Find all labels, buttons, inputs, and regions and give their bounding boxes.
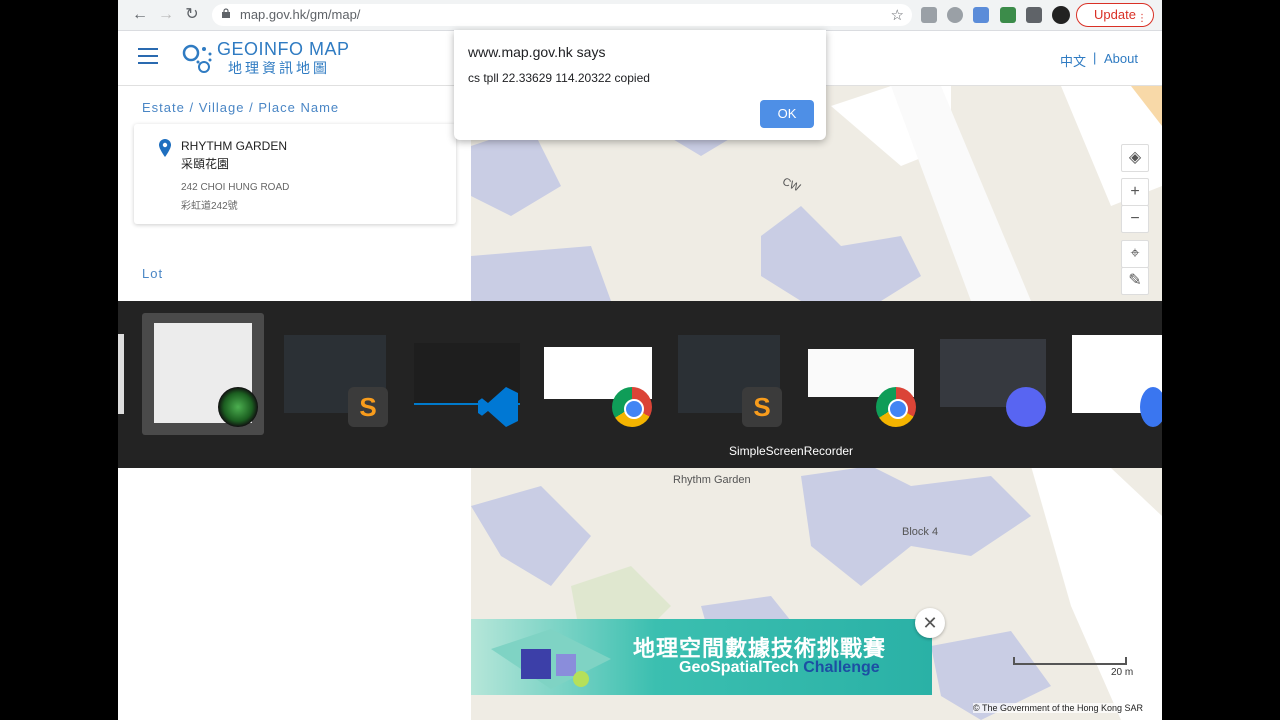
dialog-title: www.map.gov.hk says [468,44,606,60]
switcher-window-screenrecorder[interactable] [142,313,264,435]
chrome-icon [612,387,652,427]
discord-icon [1006,387,1046,427]
geoinfo-logo-icon [182,44,212,73]
result-name-zh: 采頤花園 [181,157,230,171]
zoom-in-icon[interactable]: + [1121,178,1149,206]
switcher-window-signal[interactable] [1052,313,1162,435]
chrome-icon [876,387,916,427]
banner-close-icon[interactable]: ✕ [915,608,945,638]
about-link[interactable]: About [1104,51,1138,66]
switcher-selected-label: SimpleScreenRecorder [729,444,854,458]
map-copyright: © The Government of the Hong Kong SAR [973,703,1144,713]
dialog-message: cs tpll 22.33629 114.20322 copied [468,71,650,85]
switcher-window-chrome-2[interactable] [792,313,916,435]
camera-extension-icon[interactable] [921,7,937,23]
pocket-extension-icon[interactable] [947,7,963,23]
forward-icon[interactable]: → [156,5,176,25]
pencil-icon[interactable]: ✎ [1121,267,1149,295]
result-name: RHYTHM GARDEN [181,139,288,153]
banner-title-en-part1: GeoSpatialTech [679,659,804,676]
estate-section-title: Estate / Village / Place Name [142,100,340,115]
screen-frame: ← → ↻ map.gov.hk/gm/map/ ☆ Update ⋮ GEOIN… [118,0,1162,720]
map-scale-label: 20 m [1111,667,1134,678]
zoom-out-icon[interactable]: − [1121,205,1149,233]
map-scale-bar [1013,657,1127,665]
header-separator: | [1093,50,1097,65]
ok-button[interactable]: OK [760,100,814,128]
screenrecorder-app-icon [218,387,258,427]
menu-dots-icon: ⋮ [1137,13,1147,24]
signal-icon [1140,387,1162,427]
promo-banner[interactable]: 地理空間數據技術挑戰賽 GeoSpatialTech Challenge [471,619,932,695]
app-switcher: S S SimpleScreenRecorder [118,301,1162,468]
map-extension-icon[interactable] [1000,7,1016,23]
address-bar[interactable]: map.gov.hk/gm/map/ ☆ [212,4,912,26]
browser-toolbar: ← → ↻ map.gov.hk/gm/map/ ☆ Update ⋮ [118,0,1162,31]
translate-extension-icon[interactable] [973,7,989,23]
window-thumb-partial [118,334,124,414]
switcher-window-vscode[interactable] [402,313,524,435]
switcher-window-sublime-1[interactable]: S [272,313,394,435]
switcher-window-sublime-2[interactable]: S [662,313,784,435]
sublime-text-icon: S [348,387,388,427]
app-title: GEOINFO MAP [217,39,350,59]
map-label-block-4: Block 4 [902,526,939,538]
lot-section-title: Lot [142,266,164,281]
puzzle-extensions-icon[interactable] [1026,7,1042,23]
result-address: 242 CHOI HUNG ROAD [181,182,290,193]
reload-icon[interactable]: ↻ [182,5,202,25]
location-pin-icon [159,139,171,157]
update-button[interactable]: Update ⋮ [1076,3,1154,27]
back-icon[interactable]: ← [130,5,150,25]
switcher-window-chrome-1[interactable] [532,313,654,435]
location-pin-icon[interactable]: ⌖ [1121,240,1149,268]
banner-illustration [491,629,611,689]
result-card[interactable]: RHYTHM GARDEN 采頤花園 242 CHOI HUNG ROAD 彩虹… [134,124,456,224]
profile-avatar[interactable] [1052,6,1070,24]
lock-icon [222,8,230,18]
map-label-rhythm-garden: Rhythm Garden [673,474,751,486]
url-text: map.gov.hk/gm/map/ [240,7,361,22]
alert-dialog: www.map.gov.hk says cs tpll 22.33629 114… [454,30,826,140]
banner-title-en: GeoSpatialTech Challenge [679,659,880,677]
app-subtitle: 地理資訊地圖 [228,60,330,76]
language-link[interactable]: 中文 [1060,51,1086,70]
sublime-text-icon: S [742,387,782,427]
switcher-window-discord[interactable] [922,313,1046,435]
bookmark-star-icon[interactable]: ☆ [891,6,904,24]
banner-title-en-part2: Challenge [803,659,880,676]
result-address-zh: 彩虹道242號 [181,201,238,212]
layers-icon[interactable]: ◈ [1121,144,1149,172]
update-label: Update [1094,7,1136,22]
hamburger-menu-icon[interactable] [138,48,158,64]
